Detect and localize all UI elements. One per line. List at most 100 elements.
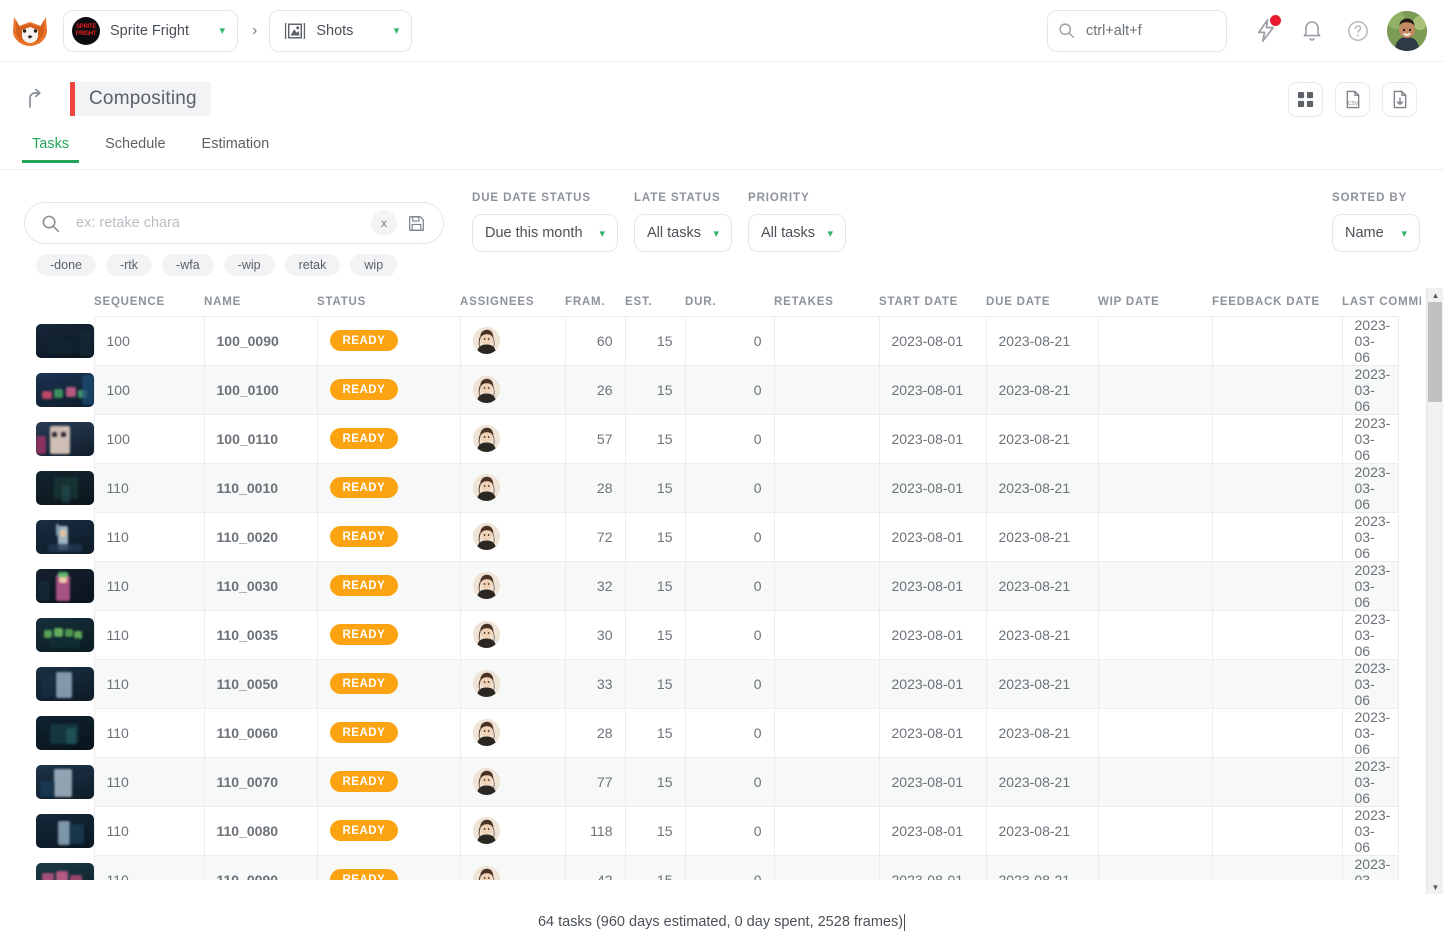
cell-due-date[interactable]: 2023-08-21 [985, 364, 1099, 415]
table-row[interactable]: 110 110_0010 READY 28 15 0 2023-08-01 2023-08-2… [22, 462, 1399, 513]
cell-assignees[interactable] [459, 707, 566, 758]
status-badge[interactable]: READY [329, 428, 399, 449]
cell-sequence[interactable]: 110 [93, 658, 205, 709]
cell-start-date[interactable]: 2023-08-01 [878, 609, 987, 660]
shot-thumbnail[interactable] [36, 617, 94, 652]
cell-last-comment[interactable]: 2023-03-06 [1341, 707, 1399, 758]
cell-start-date[interactable]: 2023-08-01 [878, 707, 987, 758]
cell-thumbnail[interactable] [22, 561, 94, 610]
cell-est[interactable]: 15 [624, 315, 686, 366]
status-badge[interactable]: READY [329, 673, 399, 694]
scroll-up-arrow-icon[interactable]: ▲ [1427, 288, 1443, 302]
export-csv-button[interactable]: CSV [1335, 82, 1370, 117]
shot-thumbnail[interactable] [36, 519, 94, 554]
status-badge[interactable]: READY [329, 477, 399, 498]
cell-feedback-date[interactable] [1211, 756, 1343, 807]
cell-start-date[interactable]: 2023-08-01 [878, 805, 987, 856]
cell-frames[interactable]: 28 [564, 462, 626, 513]
assignee-avatar[interactable] [472, 670, 500, 697]
cell-feedback-date[interactable] [1211, 511, 1343, 562]
cell-retakes[interactable] [773, 364, 880, 415]
cell-assignees[interactable] [459, 511, 566, 562]
cell-due-date[interactable]: 2023-08-21 [985, 805, 1099, 856]
cell-name[interactable]: 100_0090 [203, 315, 318, 366]
cell-sequence[interactable]: 100 [93, 315, 205, 366]
cell-sequence[interactable]: 110 [93, 462, 205, 513]
assignee-avatar[interactable] [472, 768, 500, 795]
cell-last-comment[interactable]: 2023-03-06 [1341, 658, 1399, 709]
cell-dur[interactable]: 0 [684, 364, 775, 415]
task-search[interactable]: x [24, 202, 444, 244]
cell-thumbnail[interactable] [22, 512, 94, 561]
table-row[interactable]: 100 100_0110 READY 57 15 0 2023-08-01 2023-08-2… [22, 413, 1399, 464]
col-assignees[interactable]: ASSIGNEES [460, 288, 565, 316]
flash-button[interactable] [1249, 14, 1283, 48]
cell-retakes[interactable] [773, 707, 880, 758]
cell-last-comment[interactable]: 2023-03-06 [1341, 560, 1399, 611]
shot-thumbnail[interactable] [36, 421, 94, 456]
cell-feedback-date[interactable] [1211, 805, 1343, 856]
help-button[interactable] [1341, 14, 1375, 48]
cell-retakes[interactable] [773, 413, 880, 464]
cell-assignees[interactable] [459, 756, 566, 807]
cell-status[interactable]: READY [316, 462, 461, 513]
shot-thumbnail[interactable] [36, 813, 94, 848]
cell-wip-date[interactable] [1097, 413, 1213, 464]
global-search[interactable] [1047, 9, 1227, 52]
download-file-button[interactable] [1382, 82, 1417, 117]
cell-due-date[interactable]: 2023-08-21 [985, 756, 1099, 807]
cell-status[interactable]: READY [316, 315, 461, 366]
assignee-avatar[interactable] [472, 621, 500, 648]
cell-assignees[interactable] [459, 805, 566, 856]
cell-dur[interactable]: 0 [684, 756, 775, 807]
tab-tasks[interactable]: Tasks [22, 136, 80, 163]
cell-last-comment[interactable]: 2023-03-06 [1341, 609, 1399, 660]
shot-thumbnail[interactable] [36, 666, 94, 701]
cell-start-date[interactable]: 2023-08-01 [878, 364, 987, 415]
tab-schedule[interactable]: Schedule [95, 136, 175, 162]
cell-start-date[interactable]: 2023-08-01 [878, 413, 987, 464]
cell-wip-date[interactable] [1097, 609, 1213, 660]
col-start-date[interactable]: START DATE [879, 288, 986, 316]
cell-frames[interactable]: 28 [564, 707, 626, 758]
user-avatar[interactable] [1387, 10, 1427, 51]
cell-dur[interactable]: 0 [684, 511, 775, 562]
cell-wip-date[interactable] [1097, 315, 1213, 366]
status-badge[interactable]: READY [329, 722, 399, 743]
cell-thumbnail[interactable] [22, 316, 94, 365]
cell-est[interactable]: 15 [624, 560, 686, 611]
cell-assignees[interactable] [459, 413, 566, 464]
cell-retakes[interactable] [773, 756, 880, 807]
cell-sequence[interactable]: 110 [93, 805, 205, 856]
cell-due-date[interactable]: 2023-08-21 [985, 707, 1099, 758]
cell-dur[interactable]: 0 [684, 707, 775, 758]
table-vertical-scrollbar[interactable]: ▲ ▼ [1426, 288, 1443, 894]
cell-thumbnail[interactable] [22, 414, 94, 463]
cell-feedback-date[interactable] [1211, 462, 1343, 513]
cell-thumbnail[interactable] [22, 708, 94, 757]
cell-frames[interactable]: 32 [564, 560, 626, 611]
shot-thumbnail[interactable] [36, 715, 94, 750]
tab-estimation[interactable]: Estimation [192, 136, 280, 162]
cell-frames[interactable]: 30 [564, 609, 626, 660]
cell-est[interactable]: 15 [624, 805, 686, 856]
cell-frames[interactable]: 72 [564, 511, 626, 562]
cell-last-comment[interactable]: 2023-03-06 [1341, 364, 1399, 415]
cell-feedback-date[interactable] [1211, 609, 1343, 660]
cell-wip-date[interactable] [1097, 707, 1213, 758]
due-date-status-select[interactable]: Due this month ▾ [472, 214, 618, 252]
assignee-avatar[interactable] [472, 719, 500, 746]
cell-status[interactable]: READY [316, 756, 461, 807]
cell-due-date[interactable]: 2023-08-21 [985, 315, 1099, 366]
cell-start-date[interactable]: 2023-08-01 [878, 658, 987, 709]
cell-name[interactable]: 110_0080 [203, 805, 318, 856]
cell-retakes[interactable] [773, 658, 880, 709]
shot-thumbnail[interactable] [36, 568, 94, 603]
cell-status[interactable]: READY [316, 511, 461, 562]
cell-status[interactable]: READY [316, 609, 461, 660]
cell-frames[interactable]: 60 [564, 315, 626, 366]
assignee-avatar[interactable] [472, 817, 500, 844]
cell-thumbnail[interactable] [22, 659, 94, 708]
table-row[interactable]: 110 110_0035 READY 30 15 0 2023-08-01 2023-08-2… [22, 609, 1399, 660]
cell-feedback-date[interactable] [1211, 560, 1343, 611]
